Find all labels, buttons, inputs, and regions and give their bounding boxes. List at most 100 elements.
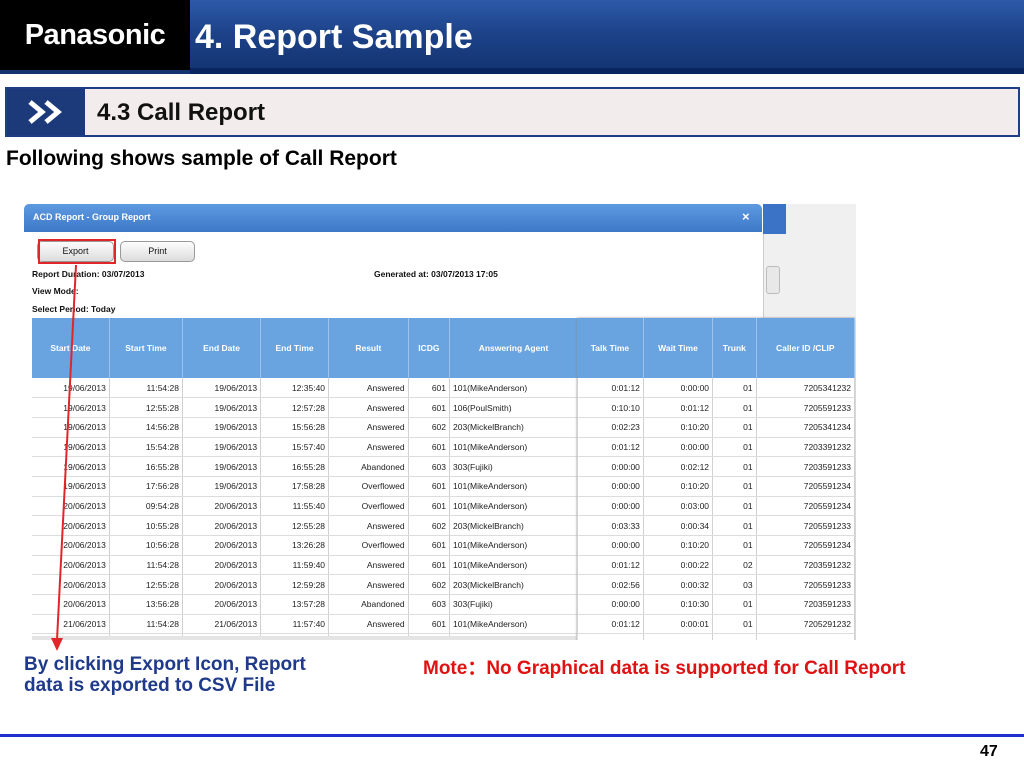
table-cell: 15:54:28 bbox=[109, 437, 183, 458]
table-cell: 19/06/2013 bbox=[32, 397, 110, 418]
table-cell: 01 bbox=[712, 614, 757, 635]
table-row: 19/06/2013 17:56:28 19/06/2013 17:58:28 Over… bbox=[32, 476, 578, 497]
background-button bbox=[766, 266, 780, 294]
table-cell: Answered bbox=[328, 437, 409, 458]
table-row: 0:01:12 0:00:00 01 7205341232 bbox=[577, 378, 856, 399]
view-mode: View Mode: bbox=[32, 286, 79, 296]
table-row: 0:02:56 0:00:32 03 7205591233 bbox=[577, 574, 856, 596]
table-cell: Answered bbox=[328, 555, 409, 576]
table-cell: 0:00:32 bbox=[643, 574, 714, 596]
table-cell: 0:02:12 bbox=[643, 456, 714, 477]
table-cell: 0:01:12 bbox=[577, 555, 644, 576]
table-cell: 20/06/2013 bbox=[182, 594, 262, 615]
table-cell: 20/06/2013 bbox=[182, 535, 262, 556]
column-header-start-date[interactable]: Start Date bbox=[32, 318, 110, 378]
table-cell: 0:00:34 bbox=[643, 515, 714, 536]
footer-divider bbox=[0, 734, 1024, 737]
table-row: 19/06/2013 14:56:28 19/06/2013 15:56:28 Answ… bbox=[32, 417, 578, 438]
column-header-end-date[interactable]: End Date bbox=[182, 318, 262, 378]
table-cell: 17:58:28 bbox=[260, 476, 330, 497]
table-cell: 603 bbox=[408, 594, 451, 615]
table-cell: Answered bbox=[328, 397, 409, 418]
table-cell: 01 bbox=[712, 535, 757, 556]
table-cell: 7205341232 bbox=[756, 378, 856, 399]
table-cell: 01 bbox=[712, 417, 757, 438]
close-icon[interactable]: × bbox=[742, 209, 750, 224]
table-cell: 11:59:40 bbox=[260, 555, 330, 576]
table-cell: 0:01:12 bbox=[577, 614, 644, 635]
select-period: Select Period: Today bbox=[32, 304, 116, 314]
table-cell: 16:55:28 bbox=[260, 456, 330, 477]
table-cell: 602 bbox=[408, 574, 451, 596]
table-cell: 13:57:28 bbox=[260, 594, 330, 615]
print-button[interactable]: Print bbox=[120, 241, 195, 262]
generated-at: Generated at: 03/07/2013 17:05 bbox=[374, 269, 498, 279]
export-highlight-box bbox=[38, 239, 116, 264]
table-cell: 19/06/2013 bbox=[32, 417, 110, 438]
table-row: 21/06/2013 11:54:28 21/06/2013 11:57:40 Answ… bbox=[32, 614, 578, 635]
column-header-result[interactable]: Result bbox=[328, 318, 409, 378]
table-cell: 13:26:28 bbox=[260, 535, 330, 556]
column-header-trunk[interactable]: Trunk bbox=[712, 318, 757, 378]
table-cell: Overflowed bbox=[328, 496, 409, 517]
horizontal-scrollbar[interactable] bbox=[32, 636, 578, 640]
column-header-wait-time[interactable]: Wait Time bbox=[643, 318, 714, 378]
column-header-icdg[interactable]: ICDG bbox=[408, 318, 451, 378]
table-row: 20/06/2013 11:54:28 20/06/2013 11:59:40 Answ… bbox=[32, 555, 578, 576]
table-cell: 12:55:28 bbox=[260, 515, 330, 536]
panasonic-logo: Panasonic bbox=[0, 0, 190, 70]
table-cell: 601 bbox=[408, 476, 451, 497]
column-header-talk-time[interactable]: Talk Time bbox=[577, 318, 644, 378]
table-cell: 03 bbox=[712, 574, 757, 596]
table-row: 0:00:00 0:03:00 01 7205591234 bbox=[577, 496, 856, 517]
table-row: 0:10:10 0:01:12 01 7205591233 bbox=[577, 397, 856, 418]
table-cell: 20/06/2013 bbox=[32, 535, 110, 556]
table-cell: 7203591232 bbox=[756, 555, 856, 576]
table-cell: 7205591233 bbox=[756, 397, 856, 418]
table-row: 20/06/2013 12:55:28 20/06/2013 12:59:28 Answ… bbox=[32, 574, 578, 596]
table-cell: 01 bbox=[712, 594, 757, 615]
table-cell: 19/06/2013 bbox=[182, 437, 262, 458]
column-header-answering-agent[interactable]: Answering Agent bbox=[449, 318, 578, 378]
table-cell: 0:00:00 bbox=[577, 496, 644, 517]
table-row: 20/06/2013 10:56:28 20/06/2013 13:26:28 Over… bbox=[32, 535, 578, 556]
table-cell: 19/06/2013 bbox=[182, 456, 262, 477]
column-header-start-time[interactable]: Start Time bbox=[109, 318, 183, 378]
table-cell: 20/06/2013 bbox=[182, 555, 262, 576]
table-cell: 7205341234 bbox=[756, 417, 856, 438]
table-cell: 17:56:28 bbox=[109, 476, 183, 497]
table-cell: 20/06/2013 bbox=[182, 496, 262, 517]
table-cell: 0:10:30 bbox=[643, 594, 714, 615]
table-cell: 0:01:12 bbox=[577, 378, 644, 399]
column-header-caller-id[interactable]: Caller ID /CLIP bbox=[756, 318, 856, 378]
table-cell: 601 bbox=[408, 437, 451, 458]
table-row: 20/06/2013 10:55:28 20/06/2013 12:55:28 Answ… bbox=[32, 515, 578, 536]
table-cell: 11:57:40 bbox=[260, 614, 330, 635]
table-cell: 20/06/2013 bbox=[182, 574, 262, 596]
table-cell: 101(MikeAnderson) bbox=[449, 476, 578, 497]
table-cell: 19/06/2013 bbox=[182, 378, 262, 399]
call-report-table-detail: Talk Time Wait Time Trunk Caller ID /CLIP 0… bbox=[577, 318, 856, 640]
table-cell: 20/06/2013 bbox=[32, 515, 110, 536]
table-cell: 02 bbox=[712, 555, 757, 576]
table-cell: 19/06/2013 bbox=[32, 437, 110, 458]
table-cell: 7205591234 bbox=[756, 476, 856, 497]
table-cell: Overflowed bbox=[328, 535, 409, 556]
table-row bbox=[577, 633, 856, 640]
table-cell: 21/06/2013 bbox=[32, 614, 110, 635]
table-cell: 01 bbox=[712, 456, 757, 477]
table-cell: 15:56:28 bbox=[260, 417, 330, 438]
table-cell: 601 bbox=[408, 535, 451, 556]
table-cell: 0:00:00 bbox=[577, 535, 644, 556]
table-cell: 14:56:28 bbox=[109, 417, 183, 438]
table-cell: 01 bbox=[712, 476, 757, 497]
table-cell: 0:03:00 bbox=[643, 496, 714, 517]
page-number: 47 bbox=[980, 743, 998, 760]
table-cell: 12:57:28 bbox=[260, 397, 330, 418]
table-cell: 11:54:28 bbox=[109, 614, 183, 635]
table-row: 19/06/2013 16:55:28 19/06/2013 16:55:28 Aban… bbox=[32, 456, 578, 477]
table-cell: 601 bbox=[408, 378, 451, 399]
column-header-end-time[interactable]: End Time bbox=[260, 318, 330, 378]
table-cell: 0:01:12 bbox=[643, 397, 714, 418]
table-cell: 7203591233 bbox=[756, 594, 856, 615]
